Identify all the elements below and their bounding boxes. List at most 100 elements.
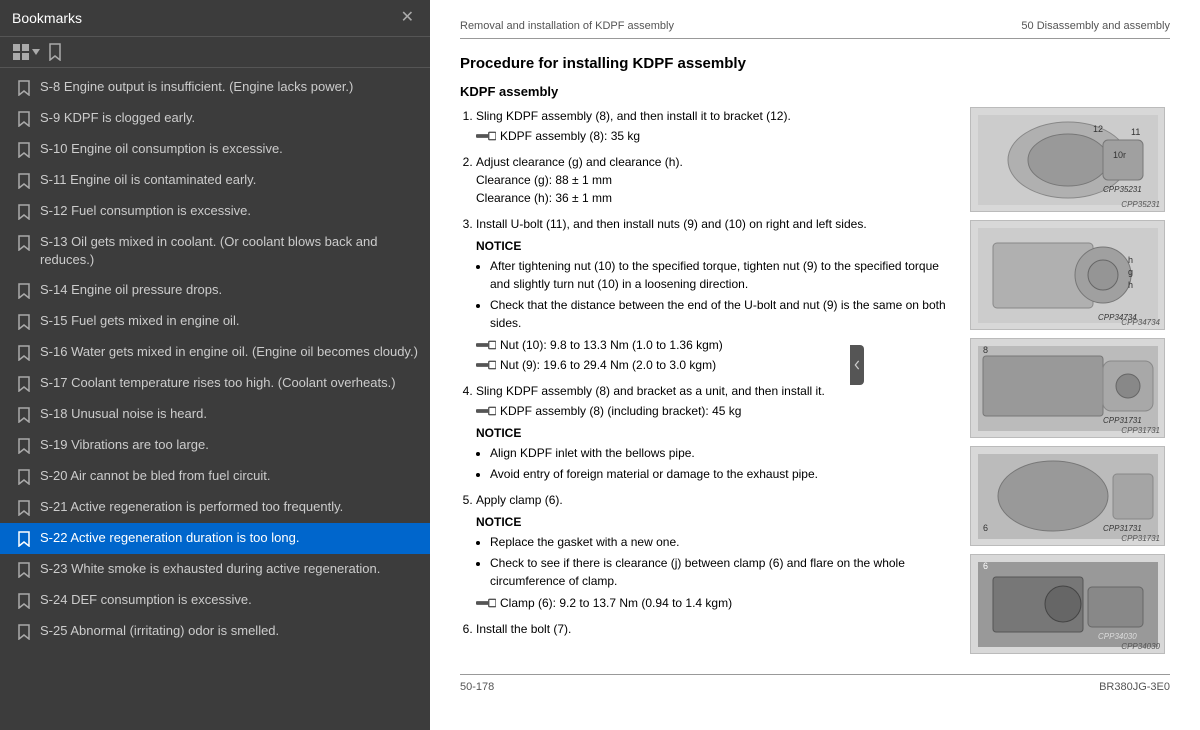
bookmark-item-s13[interactable]: S-13 Oil gets mixed in coolant. (Or cool… [0,227,430,275]
bookmark-icon-s8 [16,79,32,97]
bookmark-icon-s23 [16,561,32,579]
bookmark-icon-s10 [16,141,32,159]
torque-3-2: Nut (9): 19.6 to 29.4 Nm (2.0 to 3.0 kgm… [476,356,954,374]
torque-5: Clamp (6): 9.2 to 13.7 Nm (0.94 to 1.4 k… [476,594,954,612]
svg-text:6: 6 [983,523,988,533]
svg-text:CPP35231: CPP35231 [1103,185,1142,194]
svg-text:g: g [1128,267,1133,277]
doc-text-column: Sling KDPF assembly (8), and then instal… [460,107,954,654]
bookmark-item-s20[interactable]: S-20 Air cannot be bled from fuel circui… [0,461,430,492]
kdpf-diagram-4: 6 CPP31731 [973,449,1163,544]
bookmark-item-s14[interactable]: S-14 Engine oil pressure drops. [0,275,430,306]
bookmark-label-s23: S-23 White smoke is exhausted during act… [40,560,418,578]
wrench-icon-4 [476,405,496,417]
procedure-list: Sling KDPF assembly (8), and then instal… [460,107,954,638]
step-3-text: Install U-bolt (11), and then install nu… [476,217,867,231]
svg-text:h: h [1128,255,1133,265]
bookmark-icon-s22 [16,530,32,548]
doc-footer: 50-178 BR380JG-3E0 [460,674,1170,693]
torque-4: KDPF assembly (8) (including bracket): 4… [476,402,954,420]
notice-label-3: NOTICE [476,237,954,255]
bookmark-label-s15: S-15 Fuel gets mixed in engine oil. [40,312,418,330]
bookmark-item-s23[interactable]: S-23 White smoke is exhausted during act… [0,554,430,585]
doc-header-bar: Removal and installation of KDPF assembl… [460,20,1170,39]
doc-image-3: CPP31731 8 CPP31731 [970,338,1165,438]
bookmark-icon-s9 [16,110,32,128]
bookmarks-panel: Bookmarks ✕ S-8 Engine output is insuffi… [0,0,430,730]
bookmark-item-s25[interactable]: S-25 Abnormal (irritating) odor is smell… [0,616,430,647]
step-2-text: Adjust clearance (g) and clearance (h). [476,155,683,169]
svg-text:CPP34030: CPP34030 [1098,632,1137,641]
bookmark-item-s10[interactable]: S-10 Engine oil consumption is excessive… [0,134,430,165]
collapse-panel-button[interactable] [850,345,864,385]
bookmark-icon-s14 [16,282,32,300]
image-3-caption: CPP31731 [1121,426,1160,435]
bookmark-icon-s20 [16,468,32,486]
step-1-torque: KDPF assembly (8): 35 kg [476,127,954,145]
wrench-icon [476,130,496,142]
torque-icon-3b [476,359,496,371]
kdpf-diagram-1: 10r CPP35231 11 12 [973,110,1163,210]
step-5-text: Apply clamp (6). [476,493,563,507]
bookmark-icon-s25 [16,623,32,641]
torque-icon-3a [476,339,496,351]
grid-view-button[interactable] [12,43,40,61]
svg-text:8: 8 [983,345,988,355]
notice-list-4: Align KDPF inlet with the bellows pipe. … [476,444,954,483]
bookmark-label-s16: S-16 Water gets mixed in engine oil. (En… [40,343,418,361]
image-5-caption: CPP34030 [1121,642,1160,651]
svg-text:h: h [1128,280,1133,290]
bookmark-icon-s13 [16,234,32,252]
bookmarks-toolbar [0,37,430,68]
bookmark-item-s24[interactable]: S-24 DEF consumption is excessive. [0,585,430,616]
bookmark-item-s11[interactable]: S-11 Engine oil is contaminated early. [0,165,430,196]
bookmark-item-s19[interactable]: S-19 Vibrations are too large. [0,430,430,461]
image-1-caption: CPP35231 [1121,200,1160,209]
bookmark-icon-s21 [16,499,32,517]
chevron-left-icon [852,360,862,370]
notice-5-1: Replace the gasket with a new one. [490,533,954,551]
kdpf-diagram-2: h h g CPP34734 [973,223,1163,328]
bookmark-item-s8[interactable]: S-8 Engine output is insufficient. (Engi… [0,72,430,103]
step-1-text: Sling KDPF assembly (8), and then instal… [476,109,791,123]
notice-4-2: Avoid entry of foreign material or damag… [490,465,954,483]
wrench-icon-3a [476,339,496,351]
bookmark-icon-s24 [16,592,32,610]
doc-images-column: 10r CPP35231 11 12 CPP35231 h h g CPP34 [970,107,1170,654]
doc-image-2: h h g CPP34734 CPP34734 [970,220,1165,330]
bookmark-label-s25: S-25 Abnormal (irritating) odor is smell… [40,622,418,640]
step-1: Sling KDPF assembly (8), and then instal… [476,107,954,145]
step-6-text: Install the bolt (7). [476,622,571,636]
bookmark-label-s22: S-22 Active regeneration duration is too… [40,529,418,547]
notice-4-1: Align KDPF inlet with the bellows pipe. [490,444,954,462]
bookmark-item-s12[interactable]: S-12 Fuel consumption is excessive. [0,196,430,227]
document-panel: Removal and installation of KDPF assembl… [430,0,1200,730]
bookmark-label-s20: S-20 Air cannot be bled from fuel circui… [40,467,418,485]
close-button[interactable]: ✕ [397,8,418,28]
doc-header-right: 50 Disassembly and assembly [1021,20,1170,32]
notice-5-2: Check to see if there is clearance (j) b… [490,554,954,590]
kdpf-diagram-3: CPP31731 8 [973,341,1163,436]
svg-text:CPP31731: CPP31731 [1103,524,1142,533]
bookmark-item-s15[interactable]: S-15 Fuel gets mixed in engine oil. [0,306,430,337]
image-2-caption: CPP34734 [1121,318,1160,327]
bookmark-icon-s11 [16,172,32,190]
wrench-icon-3b [476,359,496,371]
torque-icon-4 [476,405,496,417]
bookmark-view-button[interactable] [48,43,62,61]
bookmark-item-s16[interactable]: S-16 Water gets mixed in engine oil. (En… [0,337,430,368]
notice-3-1: After tightening nut (10) to the specifi… [490,257,954,293]
doc-body: Sling KDPF assembly (8), and then instal… [460,107,1170,654]
step-5: Apply clamp (6). NOTICE Replace the gask… [476,491,954,612]
bookmark-item-s9[interactable]: S-9 KDPF is clogged early. [0,103,430,134]
doc-header-left: Removal and installation of KDPF assembl… [460,20,674,32]
bookmark-item-s18[interactable]: S-18 Unusual noise is heard. [0,399,430,430]
bookmark-item-s17[interactable]: S-17 Coolant temperature rises too high.… [0,368,430,399]
bookmarks-header: Bookmarks ✕ [0,0,430,37]
bookmark-icon-s12 [16,203,32,221]
bookmark-item-s22[interactable]: S-22 Active regeneration duration is too… [0,523,430,554]
svg-text:10r: 10r [1113,150,1126,160]
bookmarks-title: Bookmarks [12,10,82,26]
bookmark-item-s21[interactable]: S-21 Active regeneration is performed to… [0,492,430,523]
step-2-detail-2: Clearance (h): 36 ± 1 mm [476,191,612,205]
